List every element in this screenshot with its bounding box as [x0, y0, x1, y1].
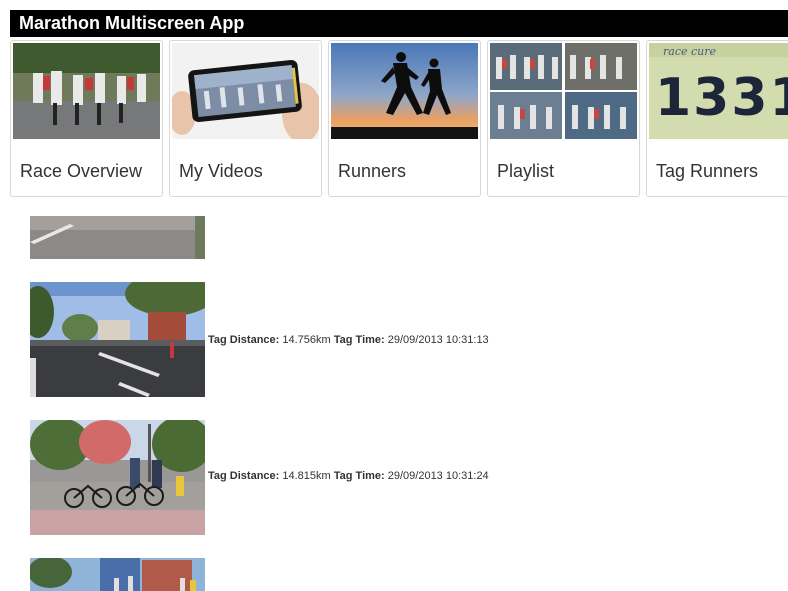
tag-distance-label: Tag Distance:: [208, 470, 280, 482]
tile-label: Playlist: [497, 161, 555, 181]
runners-image: [331, 43, 478, 139]
tile-label: Runners: [338, 161, 407, 181]
tag-distance-value: 14.756km: [282, 334, 331, 346]
bib-number-text: 1331: [655, 68, 788, 128]
app-title: Marathon Multiscreen App: [19, 13, 245, 33]
tag-info: Tag Distance: 14.756km Tag Time: 29/09/2…: [208, 334, 489, 346]
tag-time-value: 29/09/2013 10:31:24: [387, 470, 489, 482]
tile-race-overview[interactable]: Race Overview: [10, 40, 163, 197]
tag-time-value: 29/09/2013 10:31:13: [387, 334, 489, 346]
tile-tag-runners[interactable]: race cure 1331 Tag Runners: [646, 40, 788, 197]
tag-thumbnail: [30, 282, 205, 397]
tag-thumbnail: [30, 558, 205, 591]
tag-info: Tag Distance: 14.815km Tag Time: 29/09/2…: [208, 470, 489, 482]
race-bib-image: race cure 1331: [649, 43, 788, 139]
tile-label: Race Overview: [20, 161, 143, 181]
tile-label: Tag Runners: [656, 161, 759, 181]
tag-thumbnail: [30, 216, 205, 259]
race-overview-image: [13, 43, 160, 139]
tag-time-label: Tag Time:: [333, 470, 385, 482]
tag-thumbnail: [30, 420, 205, 535]
tile-playlist[interactable]: Playlist: [487, 40, 640, 197]
app-title-bar: Marathon Multiscreen App: [10, 10, 788, 37]
tag-distance-label: Tag Distance:: [208, 334, 280, 346]
tag-time-label: Tag Time:: [333, 334, 385, 346]
tile-runners[interactable]: Runners: [328, 40, 481, 197]
bib-brand-text: race cure: [663, 45, 716, 58]
navigation-tiles: Race Overview My Videos Runners Playlist…: [10, 40, 788, 198]
my-videos-image: [172, 43, 319, 139]
tile-label: My Videos: [179, 161, 263, 181]
tile-my-videos[interactable]: My Videos: [169, 40, 322, 197]
tag-distance-value: 14.815km: [282, 470, 331, 482]
playlist-image: [490, 43, 637, 139]
